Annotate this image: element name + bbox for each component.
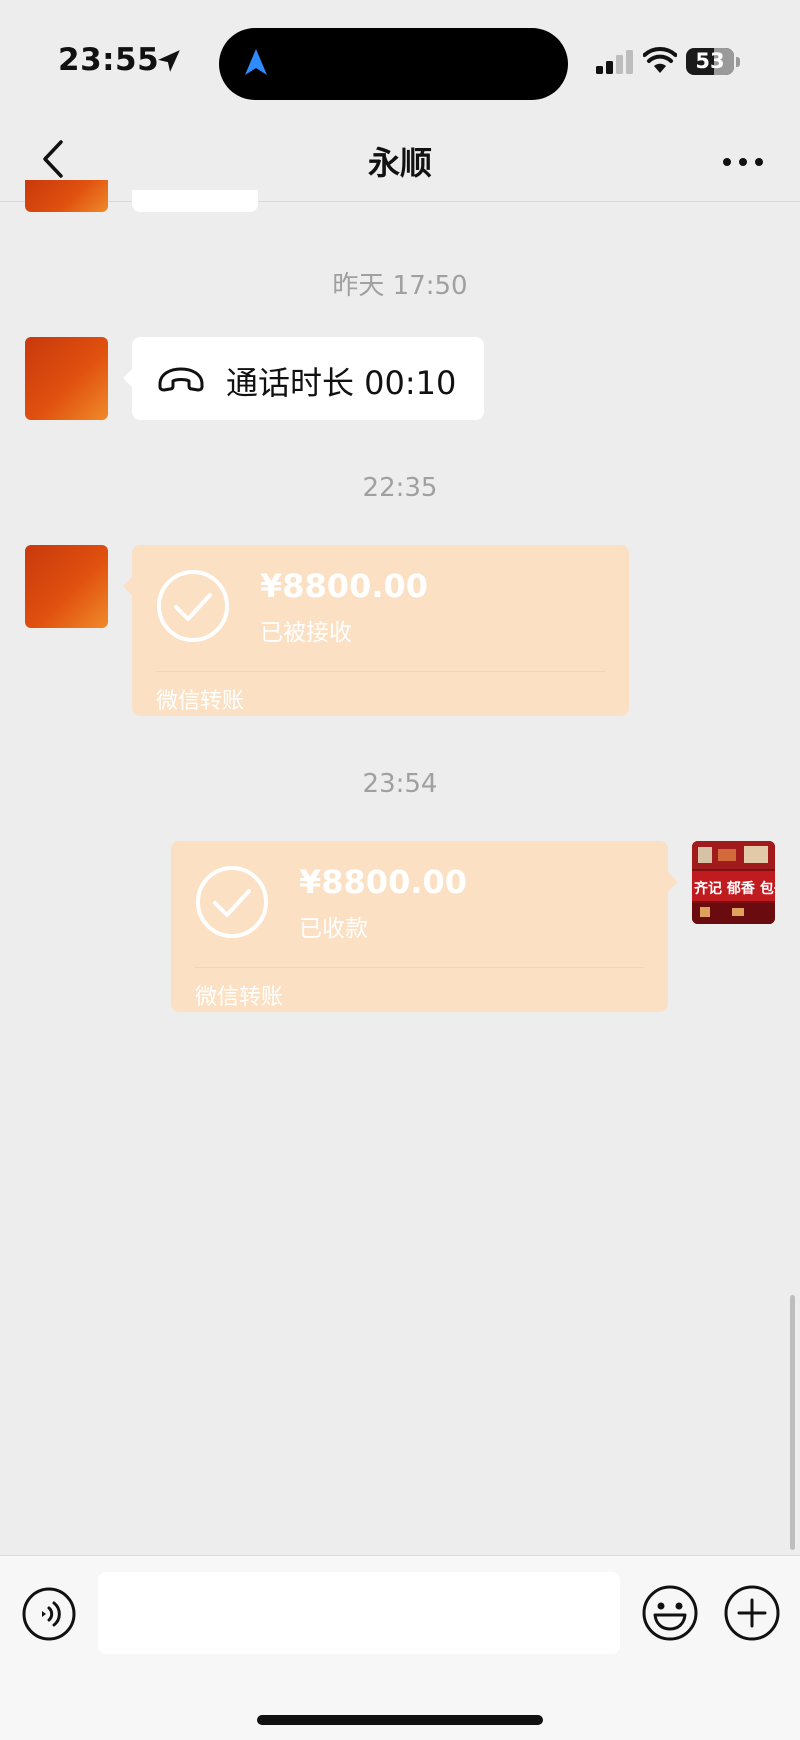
battery-icon: 53 <box>686 48 734 75</box>
bubble-tail <box>668 872 678 892</box>
emoji-icon[interactable] <box>641 1584 699 1642</box>
battery-level: 53 <box>695 49 725 73</box>
store-sign: 齐记 郁香 包子 <box>694 880 775 897</box>
store-photo: 齐记 郁香 包子 <box>692 841 775 924</box>
call-duration-text: 通话时长 00:10 <box>226 364 457 402</box>
timestamp: 23:54 <box>362 769 438 799</box>
plus-icon[interactable] <box>723 1584 781 1642</box>
divider <box>156 671 605 672</box>
contact-avatar[interactable] <box>25 337 108 420</box>
signal-icon <box>596 50 633 74</box>
transfer-label: 微信转账 <box>195 985 284 1010</box>
transfer-amount: ¥8800.00 <box>260 567 429 605</box>
timestamp: 22:35 <box>362 473 438 503</box>
check-circle-icon <box>196 866 268 938</box>
status-time: 23:55 <box>58 42 160 78</box>
wifi-icon <box>643 47 677 73</box>
call-record-bubble[interactable]: 通话时长 00:10 <box>132 337 484 420</box>
scrollbar[interactable] <box>790 1295 795 1550</box>
message-input[interactable] <box>98 1572 620 1654</box>
contact-avatar-partial[interactable] <box>25 180 108 212</box>
battery-tip <box>736 57 740 67</box>
timestamp: 昨天 17:50 <box>332 271 468 301</box>
navigation-icon <box>245 49 267 75</box>
home-indicator[interactable] <box>257 1715 543 1725</box>
voice-icon[interactable] <box>22 1587 76 1641</box>
phone-hangup-icon <box>158 367 204 392</box>
contact-avatar[interactable] <box>25 545 108 628</box>
transfer-amount: ¥8800.00 <box>299 863 468 901</box>
chat-title: 永顺 <box>367 144 432 182</box>
transfer-status: 已被接收 <box>260 620 352 646</box>
transfer-label: 微信转账 <box>156 689 245 714</box>
divider <box>195 967 644 968</box>
self-avatar[interactable]: 齐记 郁香 包子 <box>692 841 775 924</box>
transfer-card[interactable]: ¥8800.00 已收款 微信转账 <box>171 841 668 1012</box>
input-bar <box>0 1555 800 1740</box>
message-bubble-partial <box>132 190 258 212</box>
check-circle-icon <box>157 570 229 642</box>
transfer-status: 已收款 <box>299 916 368 942</box>
chat-header: 永顺 <box>0 120 800 202</box>
status-bar: 23:55 53 <box>0 0 800 120</box>
transfer-card[interactable]: ¥8800.00 已被接收 微信转账 <box>132 545 629 716</box>
dynamic-island <box>219 28 568 100</box>
more-icon[interactable] <box>718 142 768 182</box>
location-arrow-icon <box>158 50 180 72</box>
